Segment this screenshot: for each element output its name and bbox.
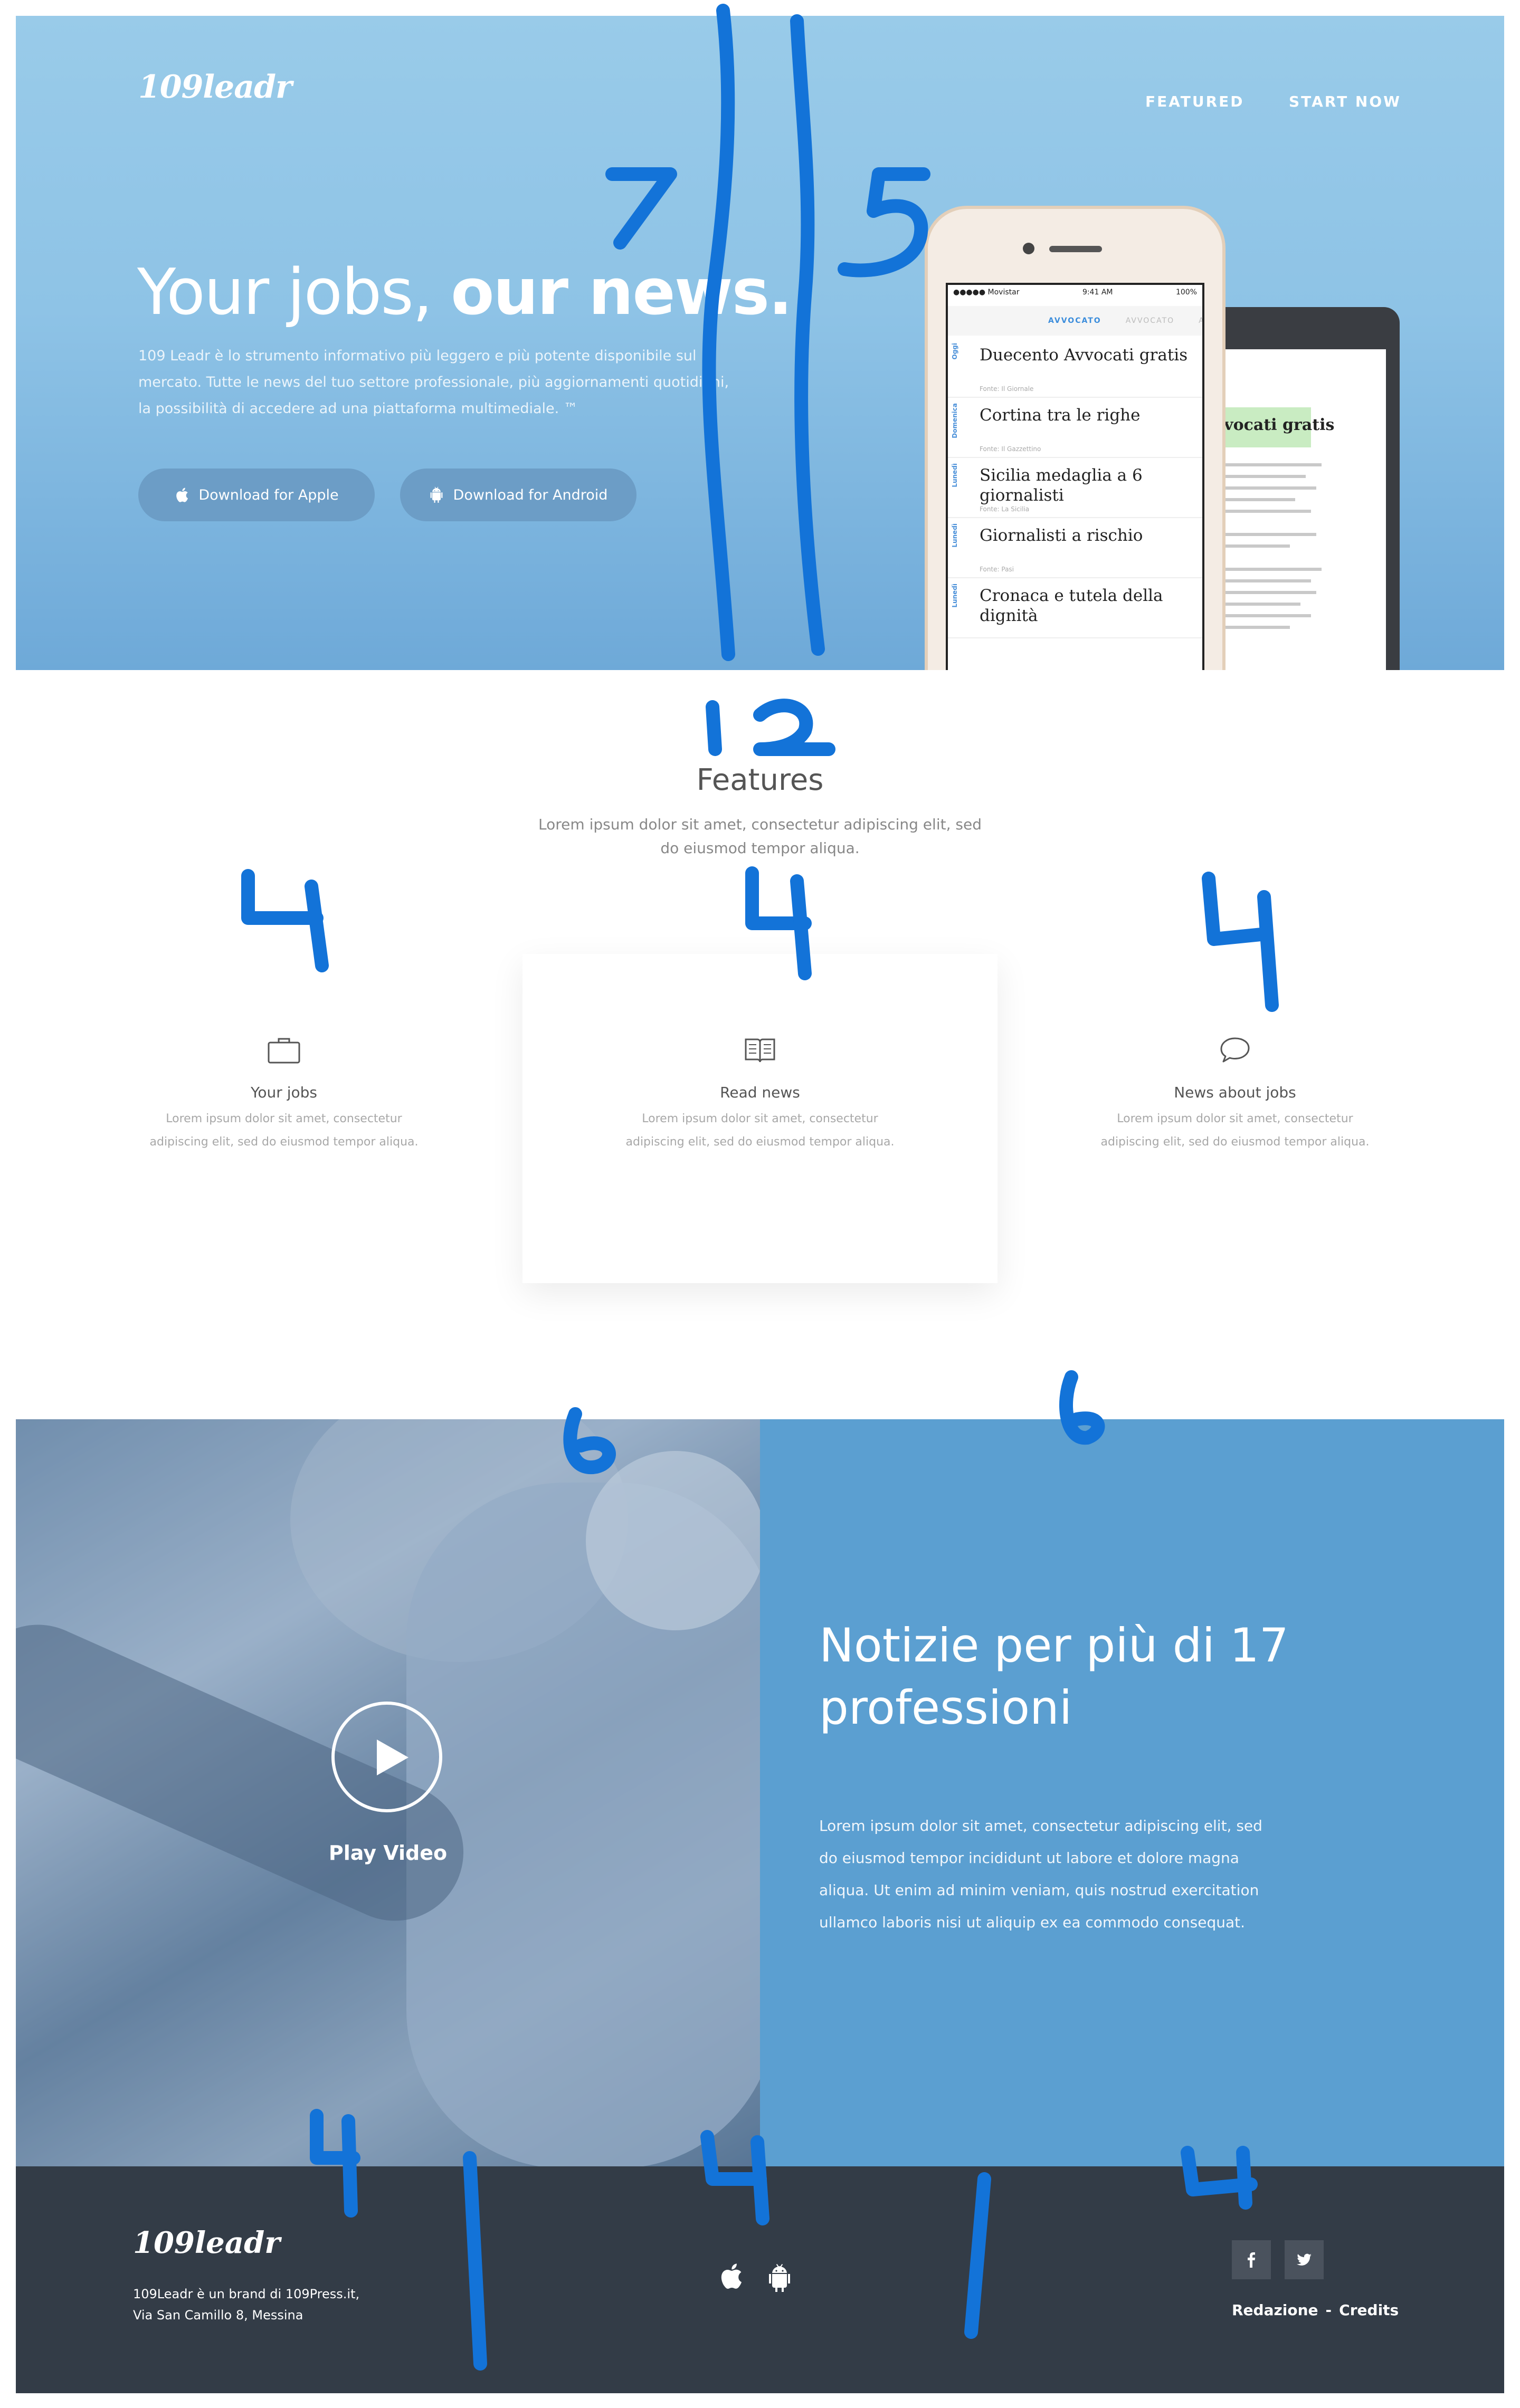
briefcase-icon [268,1038,300,1064]
news-item[interactable]: Domenica Cortina tra le righe Fonte: Il … [948,398,1202,458]
feature-title: Your jobs [251,1084,317,1101]
iphone-mockup: ●●●●● Movistar 9:41 AM 100% AVVOCATO AVV… [925,206,1226,670]
news-day: Domenica [951,403,958,438]
hero-description: 109 Leadr è lo strumento informativo più… [138,348,729,417]
facebook-icon [1248,2252,1256,2268]
news-source: Fonte: Il Gazzettino [980,445,1041,453]
footer-links: Redazione - Credits [1232,2301,1406,2319]
professions-title: Notizie per più di 17 professioni [819,1618,1289,1735]
logo[interactable]: 109leadr [138,69,292,106]
feature-description: Lorem ipsum dolor sit amet, consectetur … [625,1112,895,1149]
nav-featured-link[interactable]: FEATURED [1145,93,1244,110]
footer-address-line: 109Leadr è un brand di 109Press.it, [133,2287,360,2301]
footer-address: 109Leadr è un brand di 109Press.it, Via … [133,2283,359,2326]
status-time: 9:41 AM [1082,288,1113,297]
news-source: Fonte: Pasi [980,566,1014,573]
feature-your-jobs: Your jobs Lorem ipsum dolor sit amet, co… [136,1034,432,1154]
news-source: Fonte: Il Giornale [980,385,1034,393]
status-carrier: ●●●●● Movistar [953,288,1020,297]
news-item[interactable]: Lunedì Sicilia medaglia a 6 giornalisti … [948,458,1202,518]
phone-tab[interactable]: AVVOCATO [1126,317,1174,325]
news-item[interactable]: Lunedì Cronaca e tutela della dignità [948,578,1202,638]
hero-section: 109leadr FEATURED START NOW Your jobs, o… [16,16,1504,670]
news-item[interactable]: Oggi Duecento Avvocati gratis Fonte: Il … [948,338,1202,398]
play-video-label[interactable]: Play Video [16,1841,760,1865]
annotation-number-4 [241,869,324,925]
feature-news-about-jobs: News about jobs Lorem ipsum dolor sit am… [1087,1034,1383,1154]
chat-bubble-icon [1220,1037,1250,1063]
footer-link-credits[interactable]: Credits [1339,2301,1399,2319]
twitter-button[interactable] [1285,2240,1324,2279]
feature-read-news: Read news Lorem ipsum dolor sit amet, co… [612,1034,908,1154]
features-title: Features [696,763,824,797]
feature-title: News about jobs [1174,1084,1296,1101]
professions-section: Notizie per più di 17 professioni Lorem … [760,1419,1504,2166]
android-icon[interactable] [765,2263,794,2293]
news-day: Lunedì [951,584,958,608]
annotation-number-4 [305,880,329,972]
iphone-camera [1023,243,1034,254]
feature-description: Lorem ipsum dolor sit amet, consectetur … [1100,1112,1370,1149]
hero-title: Your jobs, our news. [137,256,793,329]
news-day: Oggi [951,343,958,360]
download-android-button[interactable]: Download for Android [400,469,636,521]
phone-news-list: Oggi Duecento Avvocati gratis Fonte: Il … [948,338,1202,638]
android-icon [430,486,442,503]
annotation-number-12 [706,700,722,756]
book-icon [745,1038,775,1063]
annotation-number-4 [745,866,812,930]
annotation-number-12 [753,699,835,756]
feature-title: Read news [720,1084,800,1101]
download-apple-label: Download for Apple [198,486,339,503]
iphone-speaker [1049,246,1102,252]
apple-icon[interactable] [718,2261,743,2291]
phone-tab-active[interactable]: AVVOCATO [1048,317,1101,325]
news-day: Lunedì [951,523,958,548]
annotation-number-4 [1257,890,1279,1012]
footer-logo[interactable]: 109leadr [133,2225,280,2260]
footer-address-line: Via San Camillo 8, Messina [133,2308,303,2323]
news-title: Sicilia medaglia a 6 giornalisti [980,466,1143,505]
video-section: Play Video [16,1419,760,2166]
news-item[interactable]: Lunedì Giornalisti a rischio Fonte: Pasi [948,518,1202,578]
feature-description: Lorem ipsum dolor sit amet, consectetur … [149,1112,419,1149]
hero-title-light: Your jobs, [137,256,451,329]
play-icon [377,1740,408,1775]
twitter-icon [1297,2253,1312,2266]
download-android-label: Download for Android [453,486,608,503]
news-title: Giornalisti a rischio [980,526,1143,545]
download-apple-button[interactable]: Download for Apple [138,469,375,521]
status-battery: 100% [1175,288,1197,297]
footer-link-separator: - [1325,2301,1332,2319]
apple-icon [176,488,188,502]
footer: 109leadr 109Leadr è un brand di 109Press… [16,2166,1504,2393]
phone-status-bar: ●●●●● Movistar 9:41 AM 100% [948,285,1202,302]
news-title: Duecento Avvocati gratis [980,346,1188,365]
facebook-button[interactable] [1232,2240,1271,2279]
nav-start-now-link[interactable]: START NOW [1289,93,1401,110]
phone-tabs: AVVOCATO AVVOCATO AV [948,306,1202,336]
hero-title-bold: our news. [451,256,793,329]
play-video-button[interactable] [331,1702,442,1812]
footer-link-redazione[interactable]: Redazione [1232,2301,1318,2319]
news-day: Lunedì [951,463,958,488]
news-title: Cortina tra le righe [980,406,1141,425]
news-source: Fonte: La Sicilia [980,505,1030,513]
annotation-number-4 [1202,872,1274,946]
features-subtitle: Lorem ipsum dolor sit amet, consectetur … [538,816,982,857]
news-title: Cronaca e tutela della dignità [980,586,1163,625]
iphone-screen: ●●●●● Movistar 9:41 AM 100% AVVOCATO AVV… [946,283,1204,670]
phone-tab[interactable]: AV [1199,317,1202,325]
professions-description: Lorem ipsum dolor sit amet, consectetur … [819,1817,1262,1931]
